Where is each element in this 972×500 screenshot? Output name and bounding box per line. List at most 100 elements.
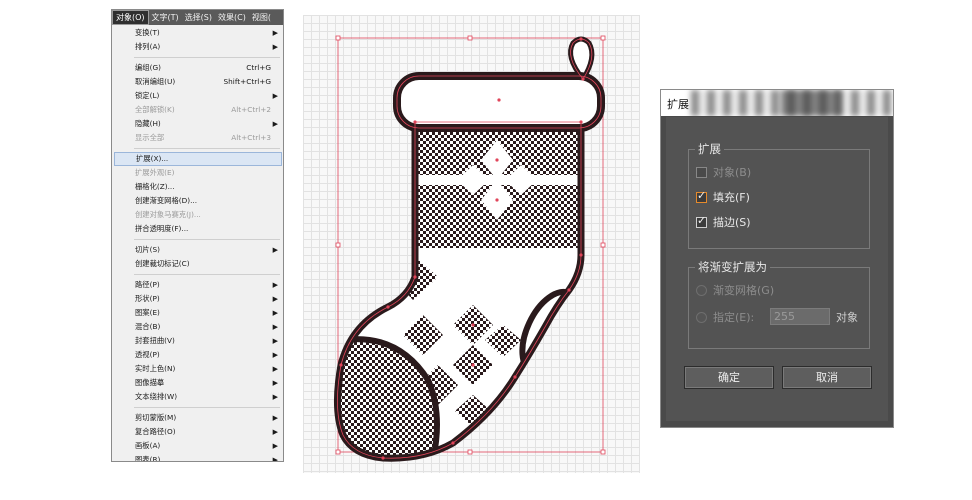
- titlebar-blur-dark: [781, 90, 841, 116]
- specify-count-input[interactable]: 255: [770, 308, 830, 325]
- dialog-titlebar[interactable]: 扩展: [661, 90, 893, 116]
- submenu-arrow-icon: ▶: [272, 442, 278, 450]
- menu-item[interactable]: 栅格化(Z)...: [114, 180, 282, 194]
- menu-item[interactable]: 图像描摹 ▶: [114, 376, 282, 390]
- menu-item-label: 混合(B): [135, 322, 161, 331]
- specify-label: 指定(E):: [713, 311, 755, 324]
- menu-item[interactable]: 切片(S) ▶: [114, 243, 282, 257]
- menu-item-label: 变换(T): [135, 28, 160, 37]
- menu-item[interactable]: 图表(R) ▶: [114, 453, 282, 462]
- menu-item-label: 取消编组(U): [135, 77, 176, 86]
- submenu-arrow-icon: ▶: [272, 295, 278, 303]
- menu-separator: [134, 57, 280, 58]
- menubar-item[interactable]: 选择(S): [182, 10, 215, 25]
- checkmark-icon: ✓: [697, 189, 707, 202]
- gradient-mesh-label: 渐变网格(G): [713, 284, 775, 297]
- submenu-arrow-icon: ▶: [272, 393, 278, 401]
- submenu-arrow-icon: ▶: [272, 246, 278, 254]
- menu-item[interactable]: 显示全部 Alt+Ctrl+3: [114, 131, 282, 145]
- stroke-checkbox[interactable]: ✓: [696, 214, 707, 228]
- submenu-arrow-icon: ▶: [272, 379, 278, 387]
- menu-item-label: 创建裁切标记(C): [135, 259, 190, 268]
- submenu-arrow-icon: ▶: [272, 309, 278, 317]
- menu-item[interactable]: 形状(P) ▶: [114, 292, 282, 306]
- submenu-arrow-icon: ▶: [272, 365, 278, 373]
- menu-item-label: 创建对象马赛克(J)...: [135, 210, 201, 219]
- submenu-arrow-icon: ▶: [272, 351, 278, 359]
- expand-group-title: 扩展: [695, 141, 724, 157]
- menu-item[interactable]: 实时上色(N) ▶: [114, 362, 282, 376]
- menu-item[interactable]: 创建渐变网格(D)...: [114, 194, 282, 208]
- menubar-item[interactable]: 视图(: [249, 10, 274, 25]
- menu-separator: [134, 148, 280, 149]
- menu-item[interactable]: 封套扭曲(V) ▶: [114, 334, 282, 348]
- menu-item-label: 剪切蒙版(M): [135, 413, 177, 422]
- checkmark-icon: ✓: [697, 214, 707, 227]
- menu-item[interactable]: 创建对象马赛克(J)...: [114, 208, 282, 222]
- menu-item-label: 图像描摹: [135, 378, 165, 387]
- menubar-item[interactable]: 效果(C): [215, 10, 249, 25]
- dialog-body: 扩展 对象(B) ✓ 填充(F) ✓ 描边(S) 将渐变扩展为 渐变网格(G) …: [666, 117, 888, 421]
- object-checkbox[interactable]: [696, 167, 707, 178]
- specify-radio[interactable]: [696, 312, 707, 323]
- menu-item-shortcut: Shift+Ctrl+G: [223, 77, 271, 86]
- menubar-item[interactable]: 对象(O): [112, 10, 149, 25]
- menu-item[interactable]: 创建裁切标记(C): [114, 257, 282, 271]
- menu-item[interactable]: 路径(P) ▶: [114, 278, 282, 292]
- menu-item[interactable]: 复合路径(O) ▶: [114, 425, 282, 439]
- menu-item-shortcut: Alt+Ctrl+2: [231, 105, 271, 114]
- menu-item[interactable]: 取消编组(U) Shift+Ctrl+G: [114, 75, 282, 89]
- menu-bar: 对象(O) 文字(T) 选择(S) 效果(C) 视图(: [112, 10, 283, 25]
- menu-item[interactable]: 画板(A) ▶: [114, 439, 282, 453]
- submenu-arrow-icon: ▶: [272, 92, 278, 100]
- menu-item[interactable]: 锁定(L) ▶: [114, 89, 282, 103]
- menu-item[interactable]: 拼合透明度(F)...: [114, 222, 282, 236]
- gradient-group-title: 将渐变扩展为: [695, 259, 770, 275]
- menu-item[interactable]: 图案(E) ▶: [114, 306, 282, 320]
- menu-item[interactable]: 编组(G) Ctrl+G: [114, 61, 282, 75]
- specify-unit-label: 对象: [836, 311, 858, 324]
- menu-item[interactable]: 变换(T) ▶: [114, 26, 282, 40]
- menu-item-label: 图表(R): [135, 455, 161, 462]
- stocking-artwork[interactable]: [303, 15, 640, 473]
- menu-item-shortcut: Alt+Ctrl+3: [231, 133, 271, 142]
- dialog-title: 扩展: [667, 98, 689, 111]
- menu-item[interactable]: 全部解锁(K) Alt+Ctrl+2: [114, 103, 282, 117]
- menu-item-label: 图案(E): [135, 308, 160, 317]
- cancel-button[interactable]: 取消: [782, 366, 872, 389]
- menu-item-label: 扩展外观(E): [135, 168, 175, 177]
- artboard-canvas[interactable]: [303, 15, 640, 473]
- menu-item-label: 全部解锁(K): [135, 105, 175, 114]
- ok-button[interactable]: 确定: [684, 366, 774, 389]
- menu-item[interactable]: 扩展外观(E): [114, 166, 282, 180]
- menu-item[interactable]: 透视(P) ▶: [114, 348, 282, 362]
- menu-item-label: 扩展(X)...: [136, 154, 169, 163]
- menu-item-label: 封套扭曲(V): [135, 336, 175, 345]
- submenu-arrow-icon: ▶: [272, 414, 278, 422]
- menu-item-label: 栅格化(Z)...: [135, 182, 175, 191]
- submenu-arrow-icon: ▶: [272, 323, 278, 331]
- menu-item[interactable]: 文本绕排(W) ▶: [114, 390, 282, 404]
- menu-item[interactable]: 混合(B) ▶: [114, 320, 282, 334]
- menu-item-label: 复合路径(O): [135, 427, 176, 436]
- submenu-arrow-icon: ▶: [272, 120, 278, 128]
- menu-item[interactable]: 扩展(X)...: [114, 152, 282, 166]
- menu-separator: [134, 407, 280, 408]
- menu-item-label: 锁定(L): [135, 91, 160, 100]
- gradient-mesh-radio[interactable]: [696, 285, 707, 296]
- object-menu: 对象(O) 文字(T) 选择(S) 效果(C) 视图( 变换(T) ▶ 排列(A) ▶ 编组(G…: [111, 9, 284, 462]
- menu-item-label: 切片(S): [135, 245, 160, 254]
- menu-item-label: 透视(P): [135, 350, 160, 359]
- menubar-item[interactable]: 文字(T): [149, 10, 182, 25]
- submenu-arrow-icon: ▶: [272, 337, 278, 345]
- stocking-cuff: [393, 72, 605, 132]
- menu-item[interactable]: 隐藏(H) ▶: [114, 117, 282, 131]
- object-checkbox-label: 对象(B): [713, 166, 752, 179]
- menu-item[interactable]: 剪切蒙版(M) ▶: [114, 411, 282, 425]
- submenu-arrow-icon: ▶: [272, 456, 278, 462]
- menu-separator: [134, 239, 280, 240]
- menu-separator: [134, 274, 280, 275]
- menu-item[interactable]: 排列(A) ▶: [114, 40, 282, 54]
- fill-checkbox[interactable]: ✓: [696, 189, 707, 203]
- menu-item-label: 隐藏(H): [135, 119, 161, 128]
